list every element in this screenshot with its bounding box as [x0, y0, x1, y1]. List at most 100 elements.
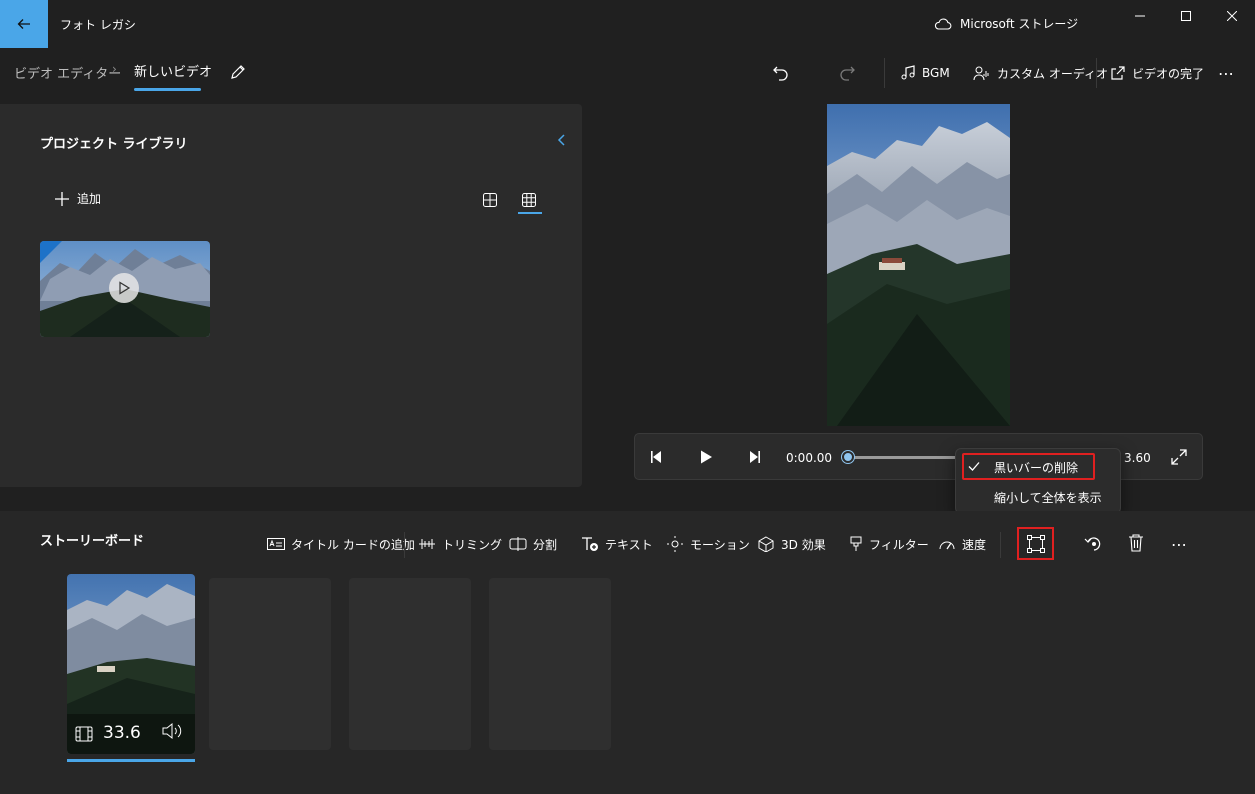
play-overlay-icon	[109, 273, 139, 303]
3d-effects-button[interactable]: 3D 効果	[757, 533, 826, 555]
rotate-button[interactable]	[1084, 534, 1102, 552]
grid-small-icon	[522, 193, 536, 207]
breadcrumb-separator: ›	[112, 62, 117, 76]
pencil-icon	[231, 65, 245, 79]
clip-duration: 33.6	[103, 723, 141, 743]
storyboard-more-icon: ⋯	[1171, 535, 1187, 554]
finish-video-button[interactable]: ビデオの完了	[1110, 58, 1204, 88]
delete-button[interactable]	[1128, 534, 1144, 552]
breadcrumb-root[interactable]: ビデオ エディター	[14, 63, 121, 82]
remove-black-bars-button[interactable]	[1017, 527, 1054, 560]
custom-audio-button[interactable]: カスタム オーディオ	[973, 58, 1108, 88]
play-button[interactable]	[698, 449, 714, 465]
step-back-icon	[651, 451, 661, 463]
selected-view-indicator	[518, 212, 542, 214]
text-label: テキスト	[605, 537, 653, 552]
text-button[interactable]: テキスト	[581, 533, 653, 555]
film-strip-icon	[75, 725, 93, 743]
title-card-icon	[267, 538, 285, 550]
toolbar-divider	[404, 532, 405, 558]
bgm-label: BGM	[922, 66, 950, 80]
motion-label: モーション	[690, 537, 750, 552]
speed-button[interactable]: 速度	[938, 533, 986, 555]
storyboard-more-button[interactable]: ⋯	[1171, 535, 1187, 554]
motion-icon	[667, 536, 683, 552]
previous-frame-button[interactable]	[649, 449, 665, 465]
close-button[interactable]	[1209, 0, 1255, 32]
storyboard-placeholder	[209, 578, 331, 750]
3d-effects-label: 3D 効果	[781, 537, 826, 552]
maximize-icon	[1181, 11, 1191, 21]
selected-clip-indicator	[67, 759, 195, 762]
expand-icon	[1171, 449, 1187, 465]
filter-button[interactable]: フィルター	[849, 533, 929, 555]
chevron-left-icon	[557, 134, 565, 146]
breadcrumb-underline	[134, 88, 201, 91]
trim-label: トリミング	[442, 537, 503, 552]
rename-button[interactable]	[226, 60, 250, 84]
storyboard-title: ストーリーボード	[40, 534, 145, 549]
split-button[interactable]: 分割	[509, 533, 557, 555]
add-media-label: 追加	[77, 192, 102, 206]
next-frame-button[interactable]	[746, 449, 762, 465]
maximize-button[interactable]	[1163, 0, 1209, 32]
3d-effects-icon	[758, 536, 774, 552]
back-arrow-icon	[17, 19, 30, 29]
current-time: 0:00.00	[786, 451, 833, 465]
more-options-icon: ⋯	[1218, 63, 1234, 83]
trim-icon	[419, 539, 435, 549]
seek-track[interactable]	[848, 456, 956, 459]
filter-label: フィルター	[869, 537, 929, 552]
cloud-icon	[934, 18, 952, 30]
add-media-button[interactable]: 追加	[55, 190, 101, 207]
play-circle-icon	[119, 281, 131, 295]
undo-icon	[773, 66, 788, 81]
more-options-button[interactable]: ⋯	[1218, 58, 1234, 88]
add-title-card-label: タイトル カードの追加	[291, 537, 415, 552]
add-title-card-button[interactable]: タイトル カードの追加	[267, 533, 415, 555]
play-icon	[701, 450, 712, 464]
custom-audio-label: カスタム オーディオ	[997, 66, 1108, 81]
video-preview	[827, 104, 1010, 426]
menu-item-shrink-to-fit[interactable]: 縮小して全体を表示	[994, 489, 1102, 506]
collapse-library-button[interactable]	[553, 131, 571, 149]
mountain-preview-image	[827, 104, 1010, 426]
resize-icon	[1026, 534, 1045, 553]
minimize-icon	[1135, 15, 1145, 17]
brush-icon	[850, 536, 862, 551]
storage-link[interactable]: Microsoft ストレージ	[934, 15, 1078, 32]
library-title: プロジェクト ライブラリ	[40, 137, 188, 152]
bgm-button[interactable]: BGM	[900, 58, 950, 88]
motion-button[interactable]: モーション	[666, 533, 750, 555]
back-button[interactable]	[0, 0, 48, 48]
breadcrumb-current: 新しいビデオ	[134, 65, 213, 80]
close-icon	[1227, 11, 1237, 21]
small-thumbnails-view-button[interactable]	[519, 190, 539, 210]
redo-button[interactable]	[838, 58, 856, 88]
text-icon	[582, 537, 598, 551]
volume-icon[interactable]	[161, 722, 183, 740]
large-thumbnails-view-button[interactable]	[480, 190, 500, 210]
speedometer-icon	[939, 541, 955, 550]
seek-thumb[interactable]	[842, 451, 854, 463]
trash-icon	[1129, 534, 1143, 552]
speed-label: 速度	[962, 537, 987, 552]
share-icon	[1111, 66, 1125, 80]
storage-label: Microsoft ストレージ	[960, 17, 1079, 31]
toolbar-divider	[884, 58, 885, 88]
music-note-icon	[901, 65, 915, 80]
menu-item-label: 黒いバーの削除	[994, 461, 1079, 475]
finish-video-label: ビデオの完了	[1132, 66, 1205, 81]
split-icon	[509, 537, 527, 551]
toolbar-divider	[1000, 532, 1001, 558]
minimize-button[interactable]	[1117, 0, 1163, 32]
trim-button[interactable]: トリミング	[418, 533, 502, 555]
undo-button[interactable]	[772, 58, 790, 88]
app-title: フォト レガシ	[60, 18, 136, 32]
custom-audio-icon	[973, 66, 989, 81]
fullscreen-button[interactable]	[1170, 448, 1188, 466]
storyboard-placeholder	[349, 578, 471, 750]
storyboard-placeholder	[489, 578, 611, 750]
split-label: 分割	[533, 537, 558, 552]
total-time: 3.60	[1124, 451, 1151, 465]
